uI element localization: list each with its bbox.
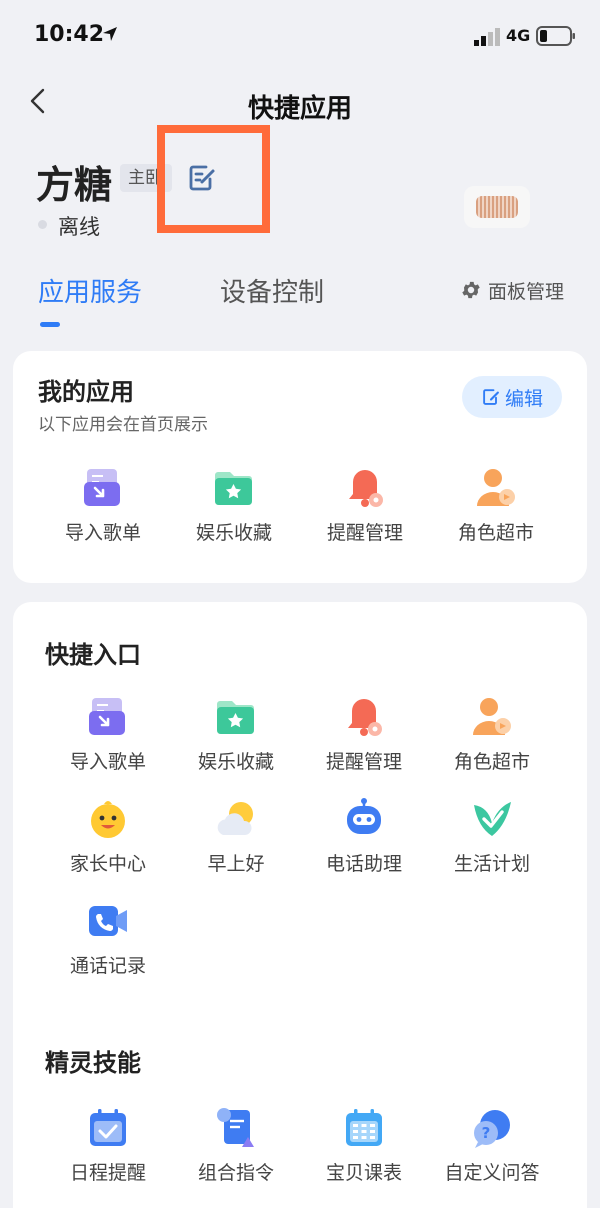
shortcuts-card: 快捷入口 导入歌单 娱乐收藏 提醒管理 角色超市 家长中心 早上好 电话助理 生… <box>13 602 587 1208</box>
kids-schedule-icon <box>346 1109 382 1146</box>
skill-calendar-reminder[interactable]: 日程提醒 <box>48 1106 168 1185</box>
app-label: 角色超市 <box>457 522 534 544</box>
device-name: 方糖 <box>36 163 113 207</box>
shortcut-phone-assistant[interactable]: 电话助理 <box>304 797 424 876</box>
phone-assistant-icon <box>347 798 381 834</box>
app-label: 提醒管理 <box>326 522 403 544</box>
app-label: 导入歌单 <box>64 522 141 544</box>
my-apps-title: 我的应用 <box>38 378 134 406</box>
entertainment-favorites-icon <box>217 701 254 734</box>
skill-label: 组合指令 <box>197 1162 274 1184</box>
app-import-playlist[interactable]: 导入歌单 <box>43 466 163 545</box>
signal-icon <box>474 28 500 46</box>
shortcut-label: 角色超市 <box>453 751 530 773</box>
role-market-icon <box>473 698 511 735</box>
shortcut-parent-center[interactable]: 家长中心 <box>48 797 168 876</box>
my-apps-card: 我的应用 以下应用会在首页展示 编辑 导入歌单 娱乐收藏 提醒管理 角色超市 <box>13 351 587 583</box>
life-plan-icon <box>474 802 511 836</box>
shortcut-label: 电话助理 <box>325 853 402 875</box>
my-apps-subtitle: 以下应用会在首页展示 <box>38 415 208 435</box>
shortcut-good-morning[interactable]: 早上好 <box>176 797 296 876</box>
app-label: 娱乐收藏 <box>195 522 272 544</box>
good-morning-icon <box>217 802 253 835</box>
calendar-reminder-icon <box>90 1109 126 1146</box>
tab-device-control[interactable]: 设备控制 <box>220 272 324 309</box>
custom-qa-icon: ? <box>474 1110 510 1148</box>
edit-icon <box>483 389 499 405</box>
location-arrow-icon <box>103 27 117 41</box>
network-type: 4G <box>506 26 531 45</box>
page-title: 快捷应用 <box>247 94 352 124</box>
skill-kids-schedule[interactable]: 宝贝课表 <box>304 1106 424 1185</box>
app-reminder-management[interactable]: 提醒管理 <box>305 466 425 545</box>
skill-label: 自定义问答 <box>444 1162 540 1184</box>
battery-icon <box>536 26 575 46</box>
tab-indicator <box>40 322 60 327</box>
svg-text:?: ? <box>482 1124 491 1142</box>
role-market-icon <box>477 469 515 506</box>
shortcut-call-log[interactable]: 通话记录 <box>48 899 168 978</box>
edit-device-name-icon[interactable] <box>186 162 218 194</box>
app-role-market[interactable]: 角色超市 <box>436 466 556 545</box>
entertainment-favorites-icon <box>215 472 252 505</box>
shortcut-label: 生活计划 <box>453 853 530 875</box>
skill-custom-qa[interactable]: ? 自定义问答 <box>432 1106 552 1185</box>
panel-management-label: 面板管理 <box>488 280 565 303</box>
shortcuts-title: 快捷入口 <box>45 641 141 669</box>
shortcut-label: 早上好 <box>207 853 265 875</box>
room-badge: 主卧 <box>120 164 172 192</box>
shortcut-label: 导入歌单 <box>69 751 146 773</box>
combo-command-icon <box>217 1108 254 1147</box>
shortcut-life-plan[interactable]: 生活计划 <box>432 797 552 876</box>
gear-icon <box>462 281 480 299</box>
status-dot <box>38 220 47 229</box>
tab-app-services[interactable]: 应用服务 <box>38 272 142 309</box>
status-bar: 10:42 4G <box>0 0 600 72</box>
import-playlist-icon <box>84 469 120 506</box>
shortcut-label: 通话记录 <box>69 955 146 977</box>
shortcut-reminder-management[interactable]: 提醒管理 <box>304 695 424 774</box>
status-time: 10:42 <box>34 22 105 47</box>
shortcut-label: 提醒管理 <box>325 751 402 773</box>
import-playlist-icon <box>89 698 125 735</box>
shortcut-import-playlist[interactable]: 导入歌单 <box>48 695 168 774</box>
parent-center-icon <box>91 801 125 838</box>
call-log-icon <box>89 906 127 936</box>
skill-label: 宝贝课表 <box>325 1162 402 1184</box>
shortcut-entertainment-favorites[interactable]: 娱乐收藏 <box>176 695 296 774</box>
shortcut-label: 娱乐收藏 <box>197 751 274 773</box>
device-status: 离线 <box>58 215 100 239</box>
edit-label: 编辑 <box>504 387 543 410</box>
reminder-bell-icon <box>349 470 383 507</box>
shortcut-label: 家长中心 <box>69 853 146 875</box>
reminder-bell-icon <box>348 699 382 736</box>
skill-combo-command[interactable]: 组合指令 <box>176 1106 296 1185</box>
skill-label: 日程提醒 <box>69 1162 146 1184</box>
edit-button[interactable]: 编辑 <box>462 376 562 418</box>
app-entertainment-favorites[interactable]: 娱乐收藏 <box>174 466 294 545</box>
speaker-grille-image <box>476 196 518 218</box>
panel-management-button[interactable]: 面板管理 <box>460 277 564 303</box>
shortcut-role-market[interactable]: 角色超市 <box>432 695 552 774</box>
skills-title: 精灵技能 <box>45 1049 141 1077</box>
